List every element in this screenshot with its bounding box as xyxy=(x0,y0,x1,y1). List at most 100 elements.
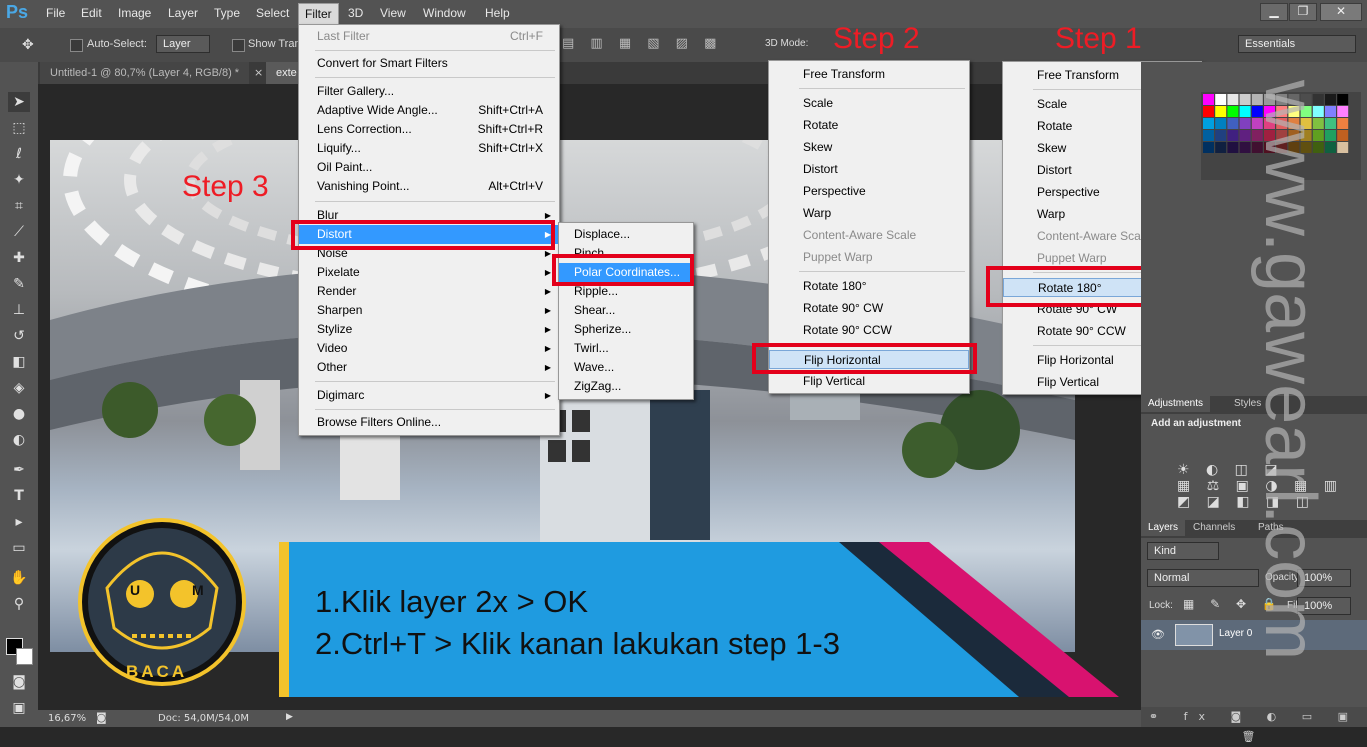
menu-item-convert-smart-filters[interactable]: Convert for Smart Filters xyxy=(299,54,559,73)
menu-item-zigzag[interactable]: ZigZag... xyxy=(559,377,693,396)
menu-item-shear[interactable]: Shear... xyxy=(559,301,693,320)
color-swatch[interactable] xyxy=(1203,142,1214,153)
blend-mode-dropdown[interactable]: Normal xyxy=(1147,569,1259,587)
color-swatch[interactable] xyxy=(1215,94,1227,105)
tab-channels[interactable]: Channels xyxy=(1186,520,1242,536)
color-swatch[interactable] xyxy=(1215,106,1227,117)
zoom-level[interactable]: 16,67% xyxy=(48,713,86,724)
color-swatch[interactable] xyxy=(1239,106,1251,117)
menu-item-rotate[interactable]: Rotate xyxy=(769,116,969,135)
color-swatch[interactable] xyxy=(1239,118,1251,129)
menu-item-video[interactable]: Video ▶ xyxy=(299,339,559,358)
status-arrow-icon[interactable]: ▶ xyxy=(286,712,293,722)
menu-item-filter-gallery[interactable]: Filter Gallery... xyxy=(299,82,559,101)
menu-item-lens-correction[interactable]: Lens Correction... Shift+Ctrl+R xyxy=(299,120,559,139)
menu-item-rotate-90-cw[interactable]: Rotate 90° CW xyxy=(769,299,969,318)
close-icon[interactable]: ✕ xyxy=(1320,3,1362,21)
color-swatch[interactable] xyxy=(1203,94,1214,105)
shape-tool-icon[interactable]: ▭ xyxy=(8,538,30,558)
menu-file[interactable]: File xyxy=(46,6,65,20)
history-brush-icon[interactable]: ↺ xyxy=(8,326,30,346)
align-icons[interactable]: ▤ ▥ ▦ ▧ ▨ ▩ xyxy=(562,36,722,51)
menu-item-warp[interactable]: Warp xyxy=(769,204,969,223)
menu-item-render[interactable]: Render ▶ xyxy=(299,282,559,301)
menu-layer[interactable]: Layer xyxy=(168,6,198,20)
move-tool-icon[interactable]: ✥ xyxy=(22,37,34,53)
menu-select[interactable]: Select xyxy=(256,6,289,20)
color-swatch[interactable] xyxy=(1227,106,1239,117)
layer-name[interactable]: Layer 0 xyxy=(1219,628,1252,639)
path-select-icon[interactable]: ▸ xyxy=(8,512,30,532)
menu-item-perspective[interactable]: Perspective xyxy=(769,182,969,201)
restore-icon[interactable]: ❐ xyxy=(1289,3,1317,21)
zoom-tool-icon[interactable]: ⚲ xyxy=(8,594,30,614)
menu-item-digimarc[interactable]: Digimarc ▶ xyxy=(299,386,559,405)
color-swatch[interactable] xyxy=(1239,130,1251,141)
auto-select-checkbox[interactable] xyxy=(70,39,83,52)
eraser-tool-icon[interactable]: ◧ xyxy=(8,352,30,372)
color-swatch[interactable] xyxy=(1337,106,1349,117)
tab-adjustments[interactable]: Adjustments xyxy=(1141,396,1211,412)
document-tab[interactable]: Untitled-1 @ 80,7% (Layer 4, RGB/8) * xyxy=(40,62,250,84)
hand-tool-icon[interactable]: ✋ xyxy=(8,568,30,588)
menu-type[interactable]: Type xyxy=(214,6,240,20)
menu-edit[interactable]: Edit xyxy=(81,6,102,20)
color-swatch[interactable] xyxy=(1337,130,1349,141)
tab-close-icon[interactable]: × xyxy=(254,66,263,79)
color-swatch[interactable] xyxy=(1203,106,1214,117)
color-swatch[interactable] xyxy=(1227,94,1239,105)
menu-item-browse-filters-online[interactable]: Browse Filters Online... xyxy=(299,413,559,432)
color-swatch[interactable] xyxy=(1337,142,1349,153)
menu-item-liquify[interactable]: Liquify... Shift+Ctrl+X xyxy=(299,139,559,158)
pen-tool-icon[interactable]: ✒ xyxy=(8,460,30,480)
menu-item-displace[interactable]: Displace... xyxy=(559,225,693,244)
stamp-tool-icon[interactable]: ⊥ xyxy=(8,300,30,320)
menu-item-adaptive-wide-angle[interactable]: Adaptive Wide Angle... Shift+Ctrl+A xyxy=(299,101,559,120)
menu-window[interactable]: Window xyxy=(423,6,466,20)
layer-kind-filter[interactable]: Kind xyxy=(1147,542,1219,560)
menu-image[interactable]: Image xyxy=(118,6,151,20)
color-swatch[interactable] xyxy=(1227,118,1239,129)
brush-tool-icon[interactable]: ✎ xyxy=(8,274,30,294)
screen-mode-icon[interactable]: ▣ xyxy=(8,698,30,718)
color-swatch[interactable] xyxy=(1227,130,1239,141)
color-swatch[interactable] xyxy=(1215,130,1227,141)
type-tool-icon[interactable]: T xyxy=(8,486,30,506)
menu-item-flip-vertical[interactable]: Flip Vertical xyxy=(769,372,969,391)
healing-brush-icon[interactable]: ✚ xyxy=(8,248,30,268)
layers-footer-icons[interactable]: ⚭ fx ◙ ◐ ▭ ▣ 🗑 xyxy=(1141,707,1367,743)
workspace-dropdown[interactable]: Essentials xyxy=(1238,35,1356,53)
blur-tool-icon[interactable]: ● xyxy=(8,404,30,424)
menu-item-distort[interactable]: Distort xyxy=(769,160,969,179)
eye-icon[interactable]: 👁 xyxy=(1151,628,1165,641)
auto-select-dropdown[interactable]: Layer xyxy=(156,35,210,53)
eyedropper-icon[interactable]: ⟋ xyxy=(8,222,30,242)
menu-item-scale[interactable]: Scale xyxy=(769,94,969,113)
menu-item-content-aware-scale[interactable]: Content-Aware Scale xyxy=(769,226,969,245)
menu-item-last-filter[interactable]: Last Filter Ctrl+F xyxy=(299,27,559,46)
menu-item-rotate-90-ccw[interactable]: Rotate 90° CCW xyxy=(769,321,969,340)
menu-view[interactable]: View xyxy=(380,6,406,20)
menu-filter[interactable]: Filter xyxy=(298,3,339,25)
marquee-tool-icon[interactable]: ⬚ xyxy=(8,118,30,138)
quick-mask-icon[interactable]: ◙ xyxy=(8,672,30,692)
menu-item-spherize[interactable]: Spherize... xyxy=(559,320,693,339)
menu-3d[interactable]: 3D xyxy=(348,6,363,20)
move-tool-icon[interactable]: ➤ xyxy=(8,92,30,112)
tab-layers[interactable]: Layers xyxy=(1141,520,1186,536)
lasso-tool-icon[interactable]: ℓ xyxy=(8,144,30,164)
magic-wand-icon[interactable]: ✦ xyxy=(8,170,30,190)
menu-item-pixelate[interactable]: Pixelate ▶ xyxy=(299,263,559,282)
menu-item-twirl[interactable]: Twirl... xyxy=(559,339,693,358)
dodge-tool-icon[interactable]: ◐ xyxy=(8,430,30,450)
minimize-icon[interactable]: ▁ xyxy=(1260,3,1288,21)
color-swatch[interactable] xyxy=(1203,118,1214,129)
menu-item-oil-paint[interactable]: Oil Paint... xyxy=(299,158,559,177)
menu-item-puppet-warp[interactable]: Puppet Warp xyxy=(769,248,969,267)
menu-help[interactable]: Help xyxy=(485,6,510,20)
color-swatch[interactable] xyxy=(1203,130,1214,141)
crop-tool-icon[interactable]: ⌗ xyxy=(8,196,30,216)
menu-item-free-transform[interactable]: Free Transform xyxy=(769,65,969,84)
menu-item-stylize[interactable]: Stylize ▶ xyxy=(299,320,559,339)
color-swatch[interactable] xyxy=(1215,118,1227,129)
